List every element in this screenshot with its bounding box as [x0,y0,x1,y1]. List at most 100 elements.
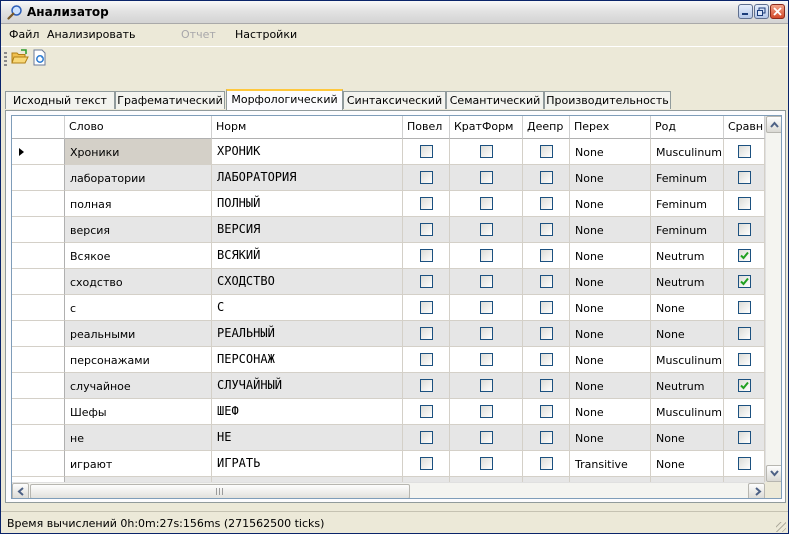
deepr-checkbox[interactable] [540,301,553,314]
column-header-word[interactable]: Слово [65,116,212,139]
cell-perekh[interactable]: None [570,165,651,191]
tab-graphematic[interactable]: Графематический [115,91,225,109]
kratform-checkbox[interactable] [480,301,493,314]
tab-morphological[interactable]: Морфологический [226,89,343,110]
cell-sravn[interactable] [724,217,765,243]
column-header-povel[interactable]: Повел [403,116,450,139]
cell-sravn[interactable] [724,295,765,321]
cell-kratform[interactable] [450,321,523,347]
kratform-checkbox[interactable] [480,457,493,470]
cell-norm[interactable]: ХРОНИК [212,139,403,165]
cell-deepr[interactable] [523,139,570,165]
povel-checkbox[interactable] [420,223,433,236]
cell-rod[interactable]: Musculinum [651,347,724,373]
cell-povel[interactable] [403,399,450,425]
cell-perekh[interactable]: None [570,191,651,217]
table-row[interactable]: реальными РЕАЛЬНЫЙ None None [12,321,765,347]
deepr-checkbox[interactable] [540,145,553,158]
cell-sravn[interactable] [724,451,765,477]
table-row[interactable]: случайное СЛУЧАЙНЫЙ None Neutrum [12,373,765,399]
cell-norm[interactable]: СХОДСТВО [212,269,403,295]
deepr-checkbox[interactable] [540,353,553,366]
cell-perekh[interactable]: None [570,347,651,373]
table-row[interactable]: не НЕ None None [12,425,765,451]
cell-perekh[interactable]: None [570,243,651,269]
title-bar[interactable]: Анализатор [1,1,788,24]
povel-checkbox[interactable] [420,275,433,288]
row-header[interactable] [12,139,65,165]
cell-deepr[interactable] [523,425,570,451]
table-row[interactable]: Хроники ХРОНИК None Musculinum [12,139,765,165]
scroll-left-button[interactable] [12,483,29,498]
cell-sravn[interactable] [724,191,765,217]
cell-rod[interactable]: Neutrum [651,243,724,269]
cell-kratform[interactable] [450,451,523,477]
sravn-checkbox[interactable] [738,249,751,262]
cell-perekh[interactable]: None [570,139,651,165]
open-button[interactable] [11,49,29,67]
kratform-checkbox[interactable] [480,249,493,262]
cell-rod[interactable]: Feminum [651,165,724,191]
sravn-checkbox[interactable] [738,431,751,444]
cell-norm[interactable]: СЛУЧАЙНЫЙ [212,373,403,399]
tab-syntactic[interactable]: Синтаксический [343,91,446,109]
menu-analyze[interactable]: Анализировать [47,28,135,41]
cell-povel[interactable] [403,217,450,243]
column-header-deepr[interactable]: Деепр [523,116,570,139]
cell-kratform[interactable] [450,295,523,321]
table-row[interactable]: играют ИГРАТЬ Transitive None [12,451,765,477]
cell-kratform[interactable] [450,399,523,425]
povel-checkbox[interactable] [420,379,433,392]
kratform-checkbox[interactable] [480,353,493,366]
cell-norm[interactable]: ПЕРСОНАЖ [212,347,403,373]
cell-povel[interactable] [403,451,450,477]
cell-norm[interactable]: ЛАБОРАТОРИЯ [212,165,403,191]
cell-word[interactable]: играют [65,451,212,477]
deepr-checkbox[interactable] [540,431,553,444]
cell-povel[interactable] [403,269,450,295]
cell-sravn[interactable] [724,243,765,269]
sravn-checkbox[interactable] [738,145,751,158]
table-row[interactable]: полная ПОЛНЫЙ None Feminum [12,191,765,217]
cell-word[interactable]: реальными [65,321,212,347]
cell-kratform[interactable] [450,373,523,399]
povel-checkbox[interactable] [420,457,433,470]
kratform-checkbox[interactable] [480,223,493,236]
cell-deepr[interactable] [523,165,570,191]
sravn-checkbox[interactable] [738,197,751,210]
povel-checkbox[interactable] [420,405,433,418]
cell-perekh[interactable]: None [570,295,651,321]
cell-deepr[interactable] [523,399,570,425]
row-header[interactable] [12,321,65,347]
cell-deepr[interactable] [523,243,570,269]
cell-word[interactable]: версия [65,217,212,243]
cell-deepr[interactable] [523,217,570,243]
sravn-checkbox[interactable] [738,223,751,236]
cell-perekh[interactable]: None [570,321,651,347]
cell-deepr[interactable] [523,451,570,477]
deepr-checkbox[interactable] [540,249,553,262]
cell-kratform[interactable] [450,217,523,243]
cell-deepr[interactable] [523,347,570,373]
table-row[interactable]: сходство СХОДСТВО None Neutrum [12,269,765,295]
cell-kratform[interactable] [450,347,523,373]
cell-perekh[interactable]: None [570,399,651,425]
kratform-checkbox[interactable] [480,171,493,184]
scroll-up-button[interactable] [766,116,781,133]
tab-source-text[interactable]: Исходный текст [5,91,115,109]
cell-word[interactable]: Всякое [65,243,212,269]
cell-povel[interactable] [403,321,450,347]
cell-rod[interactable]: Neutrum [651,269,724,295]
povel-checkbox[interactable] [420,145,433,158]
kratform-checkbox[interactable] [480,327,493,340]
cell-povel[interactable] [403,243,450,269]
kratform-checkbox[interactable] [480,275,493,288]
cell-povel[interactable] [403,347,450,373]
kratform-checkbox[interactable] [480,197,493,210]
cell-sravn[interactable] [724,425,765,451]
sravn-checkbox[interactable] [738,353,751,366]
povel-checkbox[interactable] [420,301,433,314]
deepr-checkbox[interactable] [540,223,553,236]
column-header-norm[interactable]: Норм [212,116,403,139]
resize-grip[interactable] [776,522,786,532]
